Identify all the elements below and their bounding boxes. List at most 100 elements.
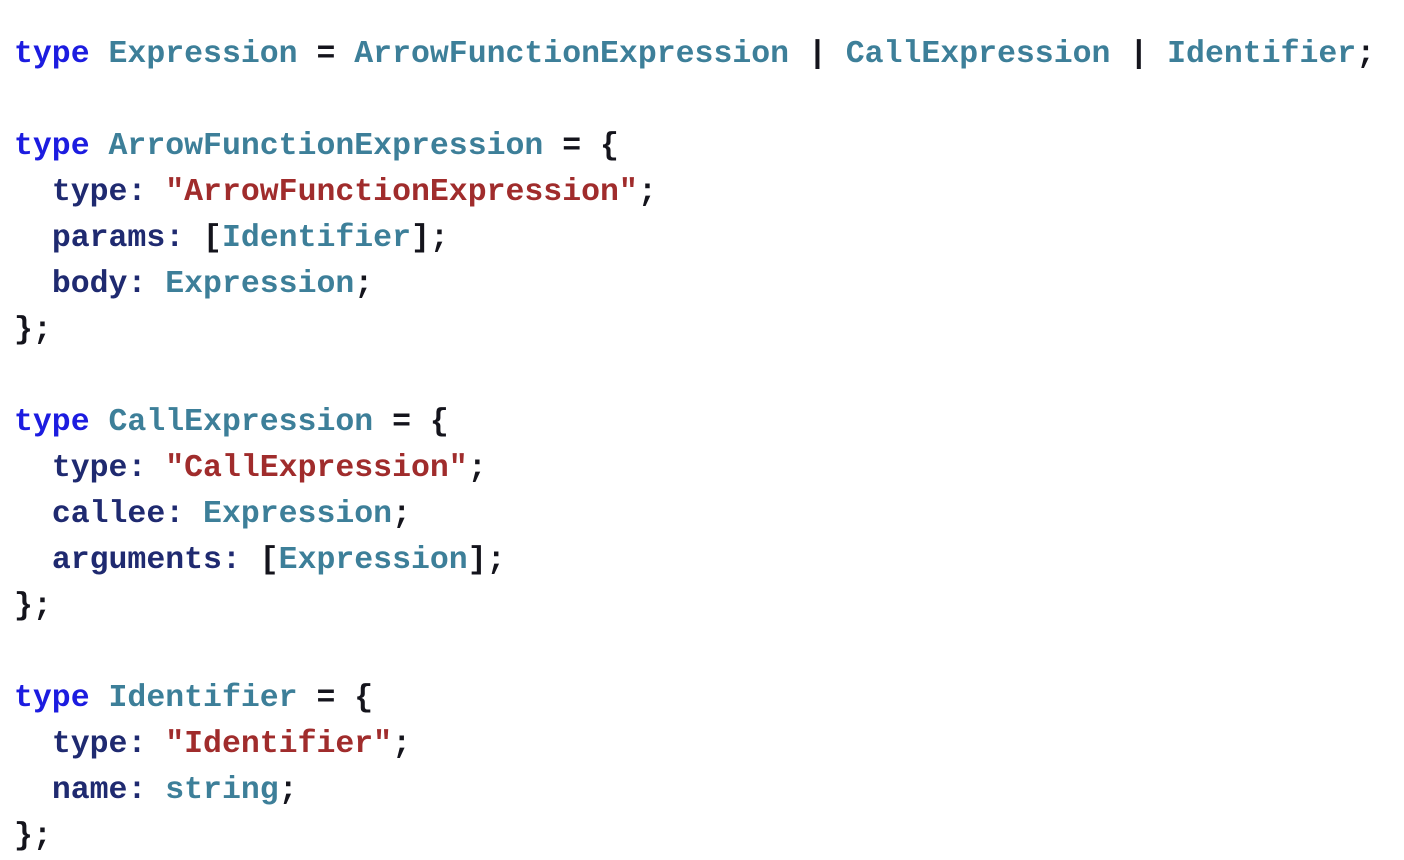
token-punct: { <box>429 404 449 440</box>
code-line: name: string; <box>14 768 1375 814</box>
token-keyword: type <box>14 404 90 440</box>
token-property: type <box>51 174 128 210</box>
token-typeref: Identifier <box>1167 36 1357 72</box>
code-line: body: Expression; <box>14 262 1375 308</box>
code-line: type ArrowFunctionExpression = { <box>14 124 1375 170</box>
token-punct: = <box>316 36 336 72</box>
code-line: params: [Identifier]; <box>14 216 1375 262</box>
token-property: : <box>165 220 185 256</box>
token-punct: = <box>392 404 411 440</box>
token-typeref: ArrowFunctionExpression <box>354 36 790 72</box>
token-punct: ; <box>486 542 506 578</box>
code-line: type Expression = ArrowFunctionExpressio… <box>14 32 1375 78</box>
token-typeref: Identifier <box>221 220 411 256</box>
token-punct: | <box>1129 36 1149 72</box>
code-line: type: "CallExpression"; <box>14 446 1375 492</box>
token-punct: ; <box>32 312 52 348</box>
token-typeref: Expression <box>203 496 393 532</box>
token-string: "Identifier" <box>165 726 393 762</box>
token-typeref: string <box>165 772 279 808</box>
token-property: type <box>51 726 128 762</box>
token-property: arguments <box>51 542 222 578</box>
code-line: }; <box>14 308 1375 354</box>
token-typename: CallExpression <box>108 404 374 440</box>
token-punct: ; <box>392 726 411 762</box>
code-line: }; <box>14 584 1375 630</box>
token-punct: { <box>600 128 619 164</box>
token-typename: Identifier <box>108 680 298 716</box>
token-punct: [ <box>203 220 222 256</box>
token-string: "ArrowFunctionExpression" <box>165 174 638 210</box>
token-keyword: type <box>14 128 90 164</box>
code-line: type Identifier = { <box>14 676 1375 722</box>
token-punct: ; <box>32 588 52 624</box>
token-punct: } <box>14 588 33 624</box>
token-property: : <box>127 726 147 762</box>
token-typename: ArrowFunctionExpression <box>108 128 544 164</box>
code-line: callee: Expression; <box>14 492 1375 538</box>
token-typeref: CallExpression <box>845 36 1111 72</box>
token-property: type <box>51 450 128 486</box>
code-block[interactable]: type Expression = ArrowFunctionExpressio… <box>14 32 1375 860</box>
token-punct: ; <box>637 174 657 210</box>
code-line: type CallExpression = { <box>14 400 1375 446</box>
token-punct: ; <box>354 266 374 302</box>
token-property: : <box>127 174 147 210</box>
token-punct: ; <box>1356 36 1376 72</box>
token-punct: ; <box>429 220 449 256</box>
token-punct: { <box>354 680 374 716</box>
code-line: type: "Identifier"; <box>14 722 1375 768</box>
token-keyword: type <box>14 680 90 716</box>
token-property: callee <box>51 496 166 532</box>
token-punct: } <box>14 818 33 854</box>
token-string: "CallExpression" <box>165 450 468 486</box>
token-punct: = <box>316 680 336 716</box>
token-punct: ; <box>467 450 487 486</box>
code-line: }; <box>14 814 1375 860</box>
token-punct: ; <box>278 772 298 808</box>
token-property: : <box>127 450 147 486</box>
token-punct: } <box>14 312 33 348</box>
token-property: params <box>51 220 166 256</box>
token-punct: ] <box>467 542 487 578</box>
token-punct: ; <box>392 496 411 532</box>
token-typeref: Expression <box>165 266 355 302</box>
token-punct: = <box>562 128 582 164</box>
token-punct: ; <box>32 818 52 854</box>
token-keyword: type <box>14 36 90 72</box>
token-punct: ] <box>410 220 430 256</box>
token-property: body <box>51 266 128 302</box>
token-typeref: Expression <box>278 542 468 578</box>
